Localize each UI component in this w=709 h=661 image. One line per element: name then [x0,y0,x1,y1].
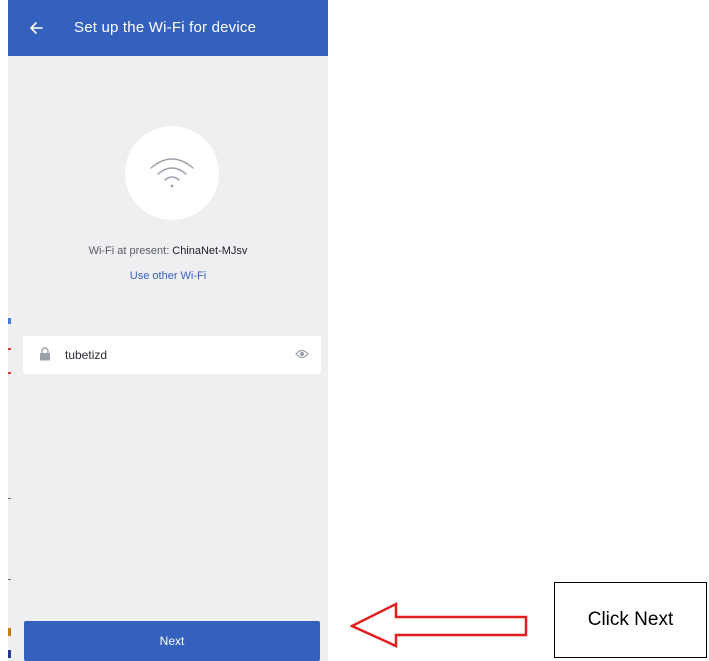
eye-icon[interactable] [295,348,309,360]
edge-mark [8,650,11,658]
edge-mark [8,372,11,374]
next-button[interactable]: Next [24,621,320,661]
edge-mark [8,318,11,324]
back-button[interactable] [20,12,52,44]
callout-box: Click Next [554,582,707,658]
app-header: Set up the Wi-Fi for device [8,0,328,56]
edge-mark [8,348,11,350]
password-input[interactable] [65,345,285,365]
callout-arrow [350,601,528,648]
callout-text: Click Next [587,609,674,630]
lock-icon [40,347,50,361]
edge-mark [8,628,11,636]
wifi-illustration [125,126,219,220]
password-field [23,336,321,374]
use-other-wifi-link[interactable]: Use other Wi-Fi [8,270,328,282]
edge-mark [8,579,11,580]
current-wifi-line: Wi-Fi at present: ChinaNet-MJsv [8,245,328,257]
current-wifi-ssid: ChinaNet-MJsv [172,245,248,257]
edge-mark [8,498,11,499]
arrow-left-icon [30,22,43,34]
wifi-setup-screen: Set up the Wi-Fi for device Wi-Fi at pre… [8,0,328,661]
page-title: Set up the Wi-Fi for device [74,19,257,36]
current-wifi-label: Wi-Fi at present: [88,245,170,257]
wifi-icon [150,158,194,188]
